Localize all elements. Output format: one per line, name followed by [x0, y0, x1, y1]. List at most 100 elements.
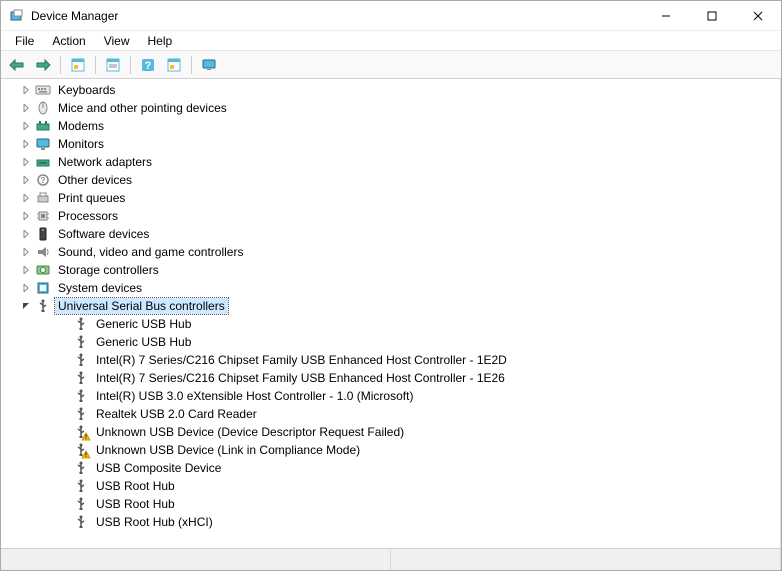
tree-category[interactable]: Storage controllers — [5, 261, 780, 279]
tree-category[interactable]: System devices — [5, 279, 780, 297]
close-button[interactable] — [735, 1, 781, 31]
tree-device-label[interactable]: Realtek USB 2.0 Card Reader — [93, 406, 260, 422]
menu-action[interactable]: Action — [44, 32, 93, 50]
toolbar-show-hidden-button[interactable] — [66, 54, 90, 76]
toolbar-separator — [95, 56, 96, 74]
minimize-button[interactable] — [643, 1, 689, 31]
tree-category[interactable]: Software devices — [5, 225, 780, 243]
expand-arrow-icon[interactable] — [19, 209, 33, 223]
tree-device[interactable]: Realtek USB 2.0 Card Reader — [5, 405, 780, 423]
toolbar-properties-button[interactable] — [101, 54, 125, 76]
expand-arrow-icon[interactable] — [19, 83, 33, 97]
tree-device[interactable]: Generic USB Hub — [5, 333, 780, 351]
tree-category-label[interactable]: Processors — [55, 208, 121, 224]
expand-arrow-icon[interactable] — [19, 227, 33, 241]
usb-icon — [73, 316, 89, 332]
storage-icon — [35, 262, 51, 278]
status-pane-right — [391, 549, 781, 570]
tree-device[interactable]: USB Root Hub — [5, 477, 780, 495]
usb-icon — [35, 298, 51, 314]
status-pane-left — [1, 549, 391, 570]
tree-category[interactable]: Sound, video and game controllers — [5, 243, 780, 261]
tree-category[interactable]: Mice and other pointing devices — [5, 99, 780, 117]
toolbar-separator — [191, 56, 192, 74]
expand-arrow-icon[interactable] — [19, 263, 33, 277]
tree-category[interactable]: Processors — [5, 207, 780, 225]
tree-category-label[interactable]: Print queues — [55, 190, 128, 206]
system-icon — [35, 280, 51, 296]
tree-category-label[interactable]: Keyboards — [55, 82, 118, 98]
tree-device-label[interactable]: Generic USB Hub — [93, 316, 194, 332]
expand-arrow-icon[interactable] — [19, 173, 33, 187]
modem-icon — [35, 118, 51, 134]
tree-category-label[interactable]: System devices — [55, 280, 145, 296]
tree-category-label[interactable]: Network adapters — [55, 154, 155, 170]
tree-device[interactable]: USB Composite Device — [5, 459, 780, 477]
toolbar-view-button[interactable] — [197, 54, 221, 76]
tree-device-label[interactable]: Unknown USB Device (Device Descriptor Re… — [93, 424, 407, 440]
toolbar-help-button[interactable] — [136, 54, 160, 76]
cpu-icon — [35, 208, 51, 224]
expand-arrow-icon[interactable] — [19, 191, 33, 205]
mouse-icon — [35, 100, 51, 116]
tree-device[interactable]: Unknown USB Device (Link in Compliance M… — [5, 441, 780, 459]
tree-category-label[interactable]: Other devices — [55, 172, 135, 188]
tree-device-label[interactable]: USB Root Hub — [93, 478, 178, 494]
usb-icon — [73, 442, 89, 458]
tree-device-label[interactable]: Intel(R) USB 3.0 eXtensible Host Control… — [93, 388, 416, 404]
expand-arrow-icon[interactable] — [19, 101, 33, 115]
tree-category-label[interactable]: Modems — [55, 118, 107, 134]
tree-category[interactable]: Monitors — [5, 135, 780, 153]
tree-device-label[interactable]: Generic USB Hub — [93, 334, 194, 350]
tree-device-label[interactable]: Unknown USB Device (Link in Compliance M… — [93, 442, 363, 458]
tree-device[interactable]: Intel(R) 7 Series/C216 Chipset Family US… — [5, 351, 780, 369]
tree-device-label[interactable]: Intel(R) 7 Series/C216 Chipset Family US… — [93, 370, 508, 386]
maximize-button[interactable] — [689, 1, 735, 31]
usb-icon — [73, 424, 89, 440]
tree-category[interactable]: Modems — [5, 117, 780, 135]
menu-file[interactable]: File — [7, 32, 42, 50]
statusbar — [1, 548, 781, 570]
menu-view[interactable]: View — [96, 32, 138, 50]
tree-device-label[interactable]: USB Composite Device — [93, 460, 224, 476]
usb-icon — [73, 460, 89, 476]
sound-icon — [35, 244, 51, 260]
toolbar-separator — [130, 56, 131, 74]
tree-category[interactable]: Print queues — [5, 189, 780, 207]
usb-icon — [73, 406, 89, 422]
tree-category[interactable]: Network adapters — [5, 153, 780, 171]
tree-device[interactable]: Generic USB Hub — [5, 315, 780, 333]
expand-arrow-icon[interactable] — [19, 137, 33, 151]
device-tree[interactable]: Keyboards Mice and other pointing devices… — [1, 79, 781, 548]
software-icon — [35, 226, 51, 242]
toolbar — [1, 51, 781, 79]
expand-arrow-icon[interactable] — [19, 299, 33, 313]
expand-arrow-icon[interactable] — [19, 245, 33, 259]
tree-device[interactable]: Unknown USB Device (Device Descriptor Re… — [5, 423, 780, 441]
tree-device-label[interactable]: USB Root Hub (xHCI) — [93, 514, 216, 530]
tree-category[interactable]: Keyboards — [5, 81, 780, 99]
tree-category-label[interactable]: Monitors — [55, 136, 107, 152]
expand-arrow-icon[interactable] — [19, 155, 33, 169]
toolbar-forward-button[interactable] — [31, 54, 55, 76]
tree-category-label[interactable]: Software devices — [55, 226, 152, 242]
tree-category-label[interactable]: Universal Serial Bus controllers — [55, 298, 228, 314]
tree-device-label[interactable]: USB Root Hub — [93, 496, 178, 512]
tree-category[interactable]: Universal Serial Bus controllers — [5, 297, 780, 315]
tree-device[interactable]: USB Root Hub (xHCI) — [5, 513, 780, 531]
tree-device[interactable]: Intel(R) 7 Series/C216 Chipset Family US… — [5, 369, 780, 387]
tree-category-label[interactable]: Mice and other pointing devices — [55, 100, 230, 116]
tree-category[interactable]: Other devices — [5, 171, 780, 189]
menu-help[interactable]: Help — [140, 32, 181, 50]
tree-category-label[interactable]: Storage controllers — [55, 262, 162, 278]
expand-arrow-icon[interactable] — [19, 281, 33, 295]
other-icon — [35, 172, 51, 188]
monitor-icon — [35, 136, 51, 152]
tree-device[interactable]: USB Root Hub — [5, 495, 780, 513]
toolbar-back-button[interactable] — [5, 54, 29, 76]
tree-category-label[interactable]: Sound, video and game controllers — [55, 244, 246, 260]
toolbar-scan-button[interactable] — [162, 54, 186, 76]
tree-device[interactable]: Intel(R) USB 3.0 eXtensible Host Control… — [5, 387, 780, 405]
expand-arrow-icon[interactable] — [19, 119, 33, 133]
tree-device-label[interactable]: Intel(R) 7 Series/C216 Chipset Family US… — [93, 352, 510, 368]
